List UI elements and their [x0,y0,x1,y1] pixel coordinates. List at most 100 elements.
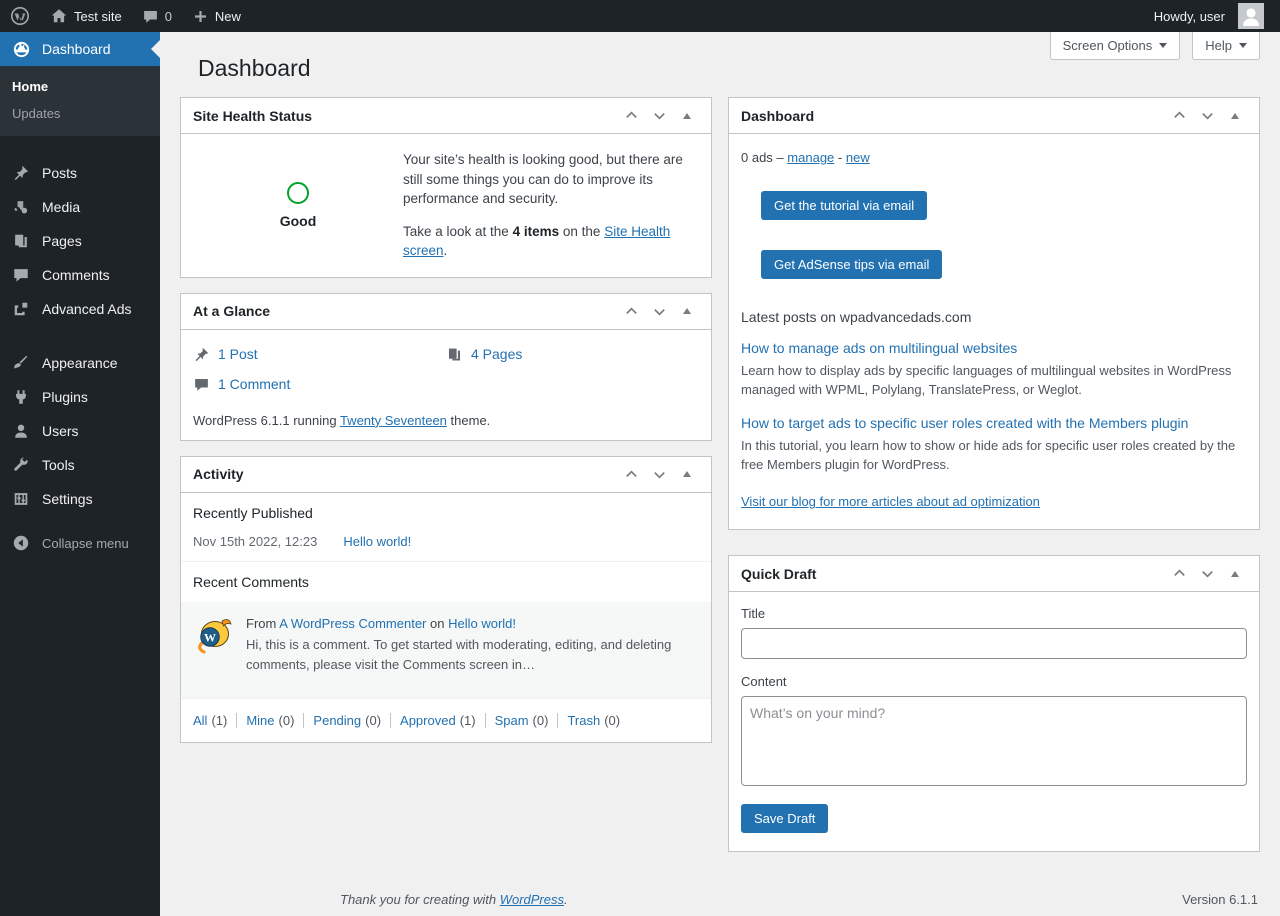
rss-post-excerpt: In this tutorial, you learn how to show … [741,437,1247,475]
toggle-panel-icon[interactable] [1223,104,1247,128]
items-count: 4 items [513,224,560,239]
wordpress-link[interactable]: WordPress [500,892,564,907]
filter-trash: Trash (0) [557,713,620,728]
move-up-icon[interactable] [619,299,643,323]
at-a-glance-widget-header[interactable]: At a Glance [181,294,711,330]
get-adsense-tips-button[interactable]: Get AdSense tips via email [761,250,942,279]
published-post-link[interactable]: Hello world! [343,534,411,549]
pages-icon [10,232,32,250]
widget-title: Quick Draft [741,566,816,582]
move-down-icon[interactable] [1195,104,1219,128]
sidebar-item-plugins[interactable]: Plugins [0,380,160,414]
move-up-icon[interactable] [1167,562,1191,586]
rss-post-excerpt: Learn how to display ads by specific lan… [741,362,1247,400]
menu-separator [0,326,160,346]
filter-trash-link[interactable]: Trash [567,713,600,728]
comment-excerpt: Hi, this is a comment. To get started wi… [246,635,699,674]
sidebar-item-users[interactable]: Users [0,414,160,448]
comments-count-link[interactable]: 1 Comment [218,376,290,392]
site-health-text: Your site’s health is looking good, but … [403,150,699,261]
chevron-down-icon [1239,43,1247,48]
wordpress-logo-menu[interactable] [0,0,40,32]
plug-icon [10,388,32,406]
pages-count-link[interactable]: 4 Pages [471,346,522,362]
move-down-icon[interactable] [647,462,671,486]
comment-author-link[interactable]: A WordPress Commenter [279,616,426,631]
sidebar-item-pages[interactable]: Pages [0,224,160,258]
admin-bar-new[interactable]: New [182,0,251,32]
sidebar-item-dashboard[interactable]: Dashboard [0,32,160,66]
wrench-icon [10,456,32,474]
rss-post-link[interactable]: How to manage ads on multilingual websit… [741,340,1247,356]
toggle-panel-icon[interactable] [675,104,699,128]
filter-count: (1) [460,713,476,728]
filter-count: (0) [279,713,295,728]
ads-dashboard-widget: Dashboard 0 ads – manage - new [728,97,1260,530]
filter-spam-link[interactable]: Spam [495,713,529,728]
move-up-icon[interactable] [619,462,643,486]
toggle-panel-icon[interactable] [1223,562,1247,586]
sidebar-subitem-home[interactable]: Home [0,73,160,100]
save-draft-button[interactable]: Save Draft [741,804,828,833]
new-ad-link[interactable]: new [846,150,870,165]
filter-approved-link[interactable]: Approved [400,713,456,728]
filter-mine-link[interactable]: Mine [246,713,274,728]
comment-icon [193,376,210,393]
posts-count-link[interactable]: 1 Post [218,346,258,362]
draft-title-input[interactable] [741,628,1247,659]
glance-comments: 1 Comment [193,376,446,393]
site-health-widget-header[interactable]: Site Health Status [181,98,711,134]
sidebar-item-media[interactable]: Media [0,190,160,224]
theme-link[interactable]: Twenty Seventeen [340,413,447,428]
sidebar-subitem-updates[interactable]: Updates [0,100,160,127]
sidebar-item-comments[interactable]: Comments [0,258,160,292]
move-down-icon[interactable] [647,299,671,323]
comment-texts: From A WordPress Commenter on Hello worl… [246,614,699,675]
sidebar-item-settings[interactable]: Settings [0,482,160,516]
chevron-down-icon [1159,43,1167,48]
visit-blog-link[interactable]: Visit our blog for more articles about a… [741,494,1040,509]
sidebar-item-advanced-ads[interactable]: Advanced Ads [0,292,160,326]
comment-post-link[interactable]: Hello world! [448,616,516,631]
take-look-middle: on the [563,224,601,239]
sidebar-item-tools[interactable]: Tools [0,448,160,482]
get-tutorial-button[interactable]: Get the tutorial via email [761,191,927,220]
quick-draft-body: Title Content Save Draft [729,592,1259,851]
comment-meta: From A WordPress Commenter on Hello worl… [246,614,699,634]
widget-title: Activity [193,466,244,482]
collapse-menu-button[interactable]: Collapse menu [0,526,160,560]
site-health-status: Good [193,150,403,261]
move-down-icon[interactable] [1195,562,1219,586]
ads-widget-header[interactable]: Dashboard [729,98,1259,134]
help-button[interactable]: Help [1192,32,1260,60]
quick-draft-widget-header[interactable]: Quick Draft [729,556,1259,592]
glance-pages: 4 Pages [446,346,699,363]
brush-icon [10,354,32,372]
toggle-panel-icon[interactable] [675,462,699,486]
admin-bar-comments[interactable]: 0 [132,0,182,32]
screen-options-button[interactable]: Screen Options [1050,32,1181,60]
draft-content-textarea[interactable] [741,696,1247,786]
admin-bar-site-name[interactable]: Test site [40,0,132,32]
toggle-panel-icon[interactable] [675,299,699,323]
sidebar-item-appearance[interactable]: Appearance [0,346,160,380]
version-suffix: theme. [451,413,491,428]
sidebar-item-label: Dashboard [42,41,111,57]
sidebar-item-label: Pages [42,233,82,249]
move-up-icon[interactable] [619,104,643,128]
filter-count: (0) [604,713,620,728]
activity-widget-header[interactable]: Activity [181,457,711,493]
rss-post-link[interactable]: How to target ads to specific user roles… [741,415,1247,431]
manage-ads-link[interactable]: manage [787,150,834,165]
move-down-icon[interactable] [647,104,671,128]
widget-title: At a Glance [193,303,270,319]
filter-pending: Pending (0) [303,713,381,728]
filter-pending-link[interactable]: Pending [313,713,361,728]
take-look-prefix: Take a look at the [403,224,509,239]
sidebar-item-posts[interactable]: Posts [0,156,160,190]
menu-separator [0,136,160,156]
move-up-icon[interactable] [1167,104,1191,128]
glance-posts: 1 Post [193,346,446,363]
filter-all-link[interactable]: All [193,713,207,728]
howdy-account-menu[interactable]: Howdy, user [1144,0,1274,32]
